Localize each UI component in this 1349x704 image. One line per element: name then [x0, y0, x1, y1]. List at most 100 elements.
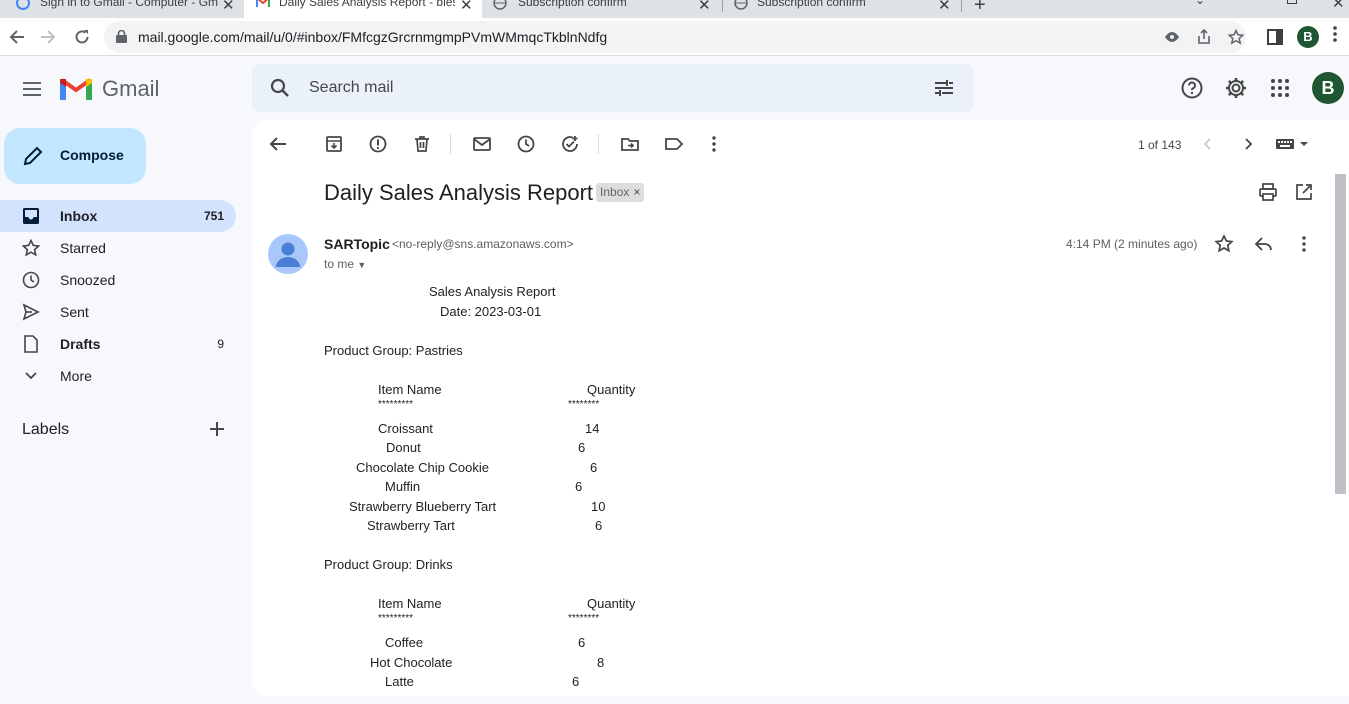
label-tag-icon[interactable] — [664, 134, 684, 154]
separator-text: ******** — [568, 613, 600, 624]
help-icon[interactable] — [1180, 76, 1204, 100]
bookmark-star-icon[interactable] — [1228, 29, 1244, 45]
lock-icon[interactable] — [116, 30, 127, 43]
search-input[interactable]: Search mail — [309, 79, 393, 97]
column-header-item: Item Name — [378, 596, 442, 611]
google-favicon-icon — [16, 0, 30, 10]
gmail-logo-icon[interactable] — [60, 76, 92, 100]
open-in-new-window-icon[interactable] — [1294, 182, 1314, 202]
profile-avatar[interactable]: B — [1297, 26, 1319, 48]
new-tab-icon[interactable]: + — [974, 0, 986, 17]
main-menu-icon[interactable] — [20, 77, 44, 101]
scrollbar-thumb[interactable] — [1335, 174, 1346, 494]
eye-icon[interactable] — [1164, 29, 1180, 45]
close-tab-icon[interactable]: ✕ — [460, 0, 473, 14]
separator-text: ********* — [378, 613, 414, 624]
inbox-label-chip[interactable]: Inbox × — [596, 183, 645, 202]
toolbar-divider — [450, 134, 451, 154]
item-name: Hot Chocolate — [370, 655, 453, 670]
delete-trash-icon[interactable] — [412, 134, 432, 154]
archive-icon[interactable] — [324, 134, 344, 154]
move-to-folder-icon[interactable] — [620, 134, 640, 154]
item-quantity: 6 — [578, 635, 586, 650]
chevron-down-icon — [22, 367, 40, 385]
sidebar-item-sent[interactable]: Sent — [0, 296, 236, 328]
apps-grid-icon[interactable] — [1268, 76, 1292, 100]
browser-tab[interactable]: Sign in to Gmail - Computer - Gm ✕ — [0, 0, 242, 18]
compose-button[interactable]: Compose — [4, 128, 146, 184]
url-text: mail.google.com/mail/u/0/#inbox/FMfcgzGr… — [138, 29, 608, 45]
snooze-clock-icon[interactable] — [516, 134, 536, 154]
address-bar[interactable]: mail.google.com/mail/u/0/#inbox/FMfcgzGr… — [104, 21, 1246, 53]
item-name: Coffee — [385, 635, 424, 650]
unread-count: 751 — [203, 209, 224, 223]
report-date: Date: 2023-03-01 — [440, 304, 542, 319]
product-group-heading: Product Group: Drinks — [324, 557, 453, 572]
label-chip-text: Inbox — [600, 185, 630, 199]
gmail-logo-text[interactable]: Gmail — [102, 76, 159, 102]
print-icon[interactable] — [1258, 182, 1278, 202]
sidebar-item-starred[interactable]: Starred — [0, 232, 236, 264]
report-spam-icon[interactable] — [368, 134, 388, 154]
mark-unread-icon[interactable] — [472, 134, 492, 154]
side-panel-icon[interactable] — [1267, 29, 1283, 45]
tab-title: Subscription confirm — [757, 0, 866, 9]
message-view: 1 of 143 Daily Sales Analysis Report Inb… — [252, 120, 1349, 696]
sidebar-item-drafts[interactable]: Drafts 9 — [0, 328, 236, 360]
item-name: Croissant — [378, 421, 433, 436]
back-to-inbox-icon[interactable] — [268, 134, 288, 154]
remove-label-icon[interactable]: × — [633, 185, 640, 199]
separator-text: ********* — [378, 399, 414, 410]
kebab-menu-icon[interactable] — [1333, 26, 1337, 42]
sender-avatar-icon[interactable] — [268, 234, 308, 274]
browser-tab-active[interactable]: Daily Sales Analysis Report - bles ✕ — [244, 0, 482, 18]
sidebar-item-label: Starred — [60, 240, 106, 256]
sidebar-item-label: Inbox — [60, 208, 98, 224]
add-label-icon[interactable] — [206, 418, 228, 440]
forward-icon[interactable] — [37, 26, 59, 48]
globe-icon — [734, 0, 748, 10]
tab-divider — [961, 0, 962, 12]
share-icon[interactable] — [1196, 29, 1212, 45]
keyboard-input-icon[interactable] — [1276, 134, 1310, 154]
pencil-icon — [22, 145, 44, 167]
tab-title: Sign in to Gmail - Computer - Gm — [40, 0, 219, 9]
search-icon[interactable] — [270, 78, 290, 98]
globe-icon — [493, 0, 507, 10]
close-tab-icon[interactable]: ✕ — [938, 0, 951, 14]
more-options-icon[interactable] — [704, 134, 724, 154]
item-quantity: 6 — [578, 440, 586, 455]
tab-title: Subscription confirm — [518, 0, 627, 9]
browser-tab[interactable]: Subscription confirm ✕ — [484, 0, 720, 18]
gmail-favicon-icon — [256, 0, 270, 8]
sender-name[interactable]: SARTopic — [324, 236, 390, 252]
search-options-icon[interactable] — [934, 78, 954, 98]
item-quantity: 10 — [591, 499, 606, 514]
reload-icon[interactable] — [71, 26, 93, 48]
settings-gear-icon[interactable] — [1224, 76, 1248, 100]
star-message-icon[interactable] — [1214, 234, 1234, 254]
item-quantity: 6 — [575, 479, 583, 494]
older-chevron-right-icon[interactable] — [1238, 134, 1258, 154]
reply-icon[interactable] — [1254, 234, 1274, 254]
compose-label: Compose — [60, 147, 124, 163]
message-more-options-icon[interactable] — [1294, 234, 1314, 254]
close-tab-icon[interactable]: ✕ — [698, 0, 711, 14]
sidebar-item-inbox[interactable]: Inbox 751 — [0, 200, 236, 232]
close-tab-icon[interactable]: ✕ — [222, 0, 235, 14]
tab-search-icon[interactable]: ⌄ — [1195, 0, 1205, 7]
sidebar-item-more[interactable]: More — [0, 360, 236, 392]
search-bar[interactable]: Search mail — [252, 64, 974, 112]
recipient-details-chevron-icon[interactable]: ▼ — [357, 260, 366, 270]
back-icon[interactable] — [6, 26, 28, 48]
sidebar-item-snoozed[interactable]: Snoozed — [0, 264, 236, 296]
add-to-tasks-icon[interactable] — [560, 134, 580, 154]
close-window-icon[interactable]: ✕ — [1332, 0, 1345, 12]
clock-icon — [22, 271, 40, 289]
restore-window-icon[interactable] — [1287, 0, 1297, 4]
newer-chevron-left-icon[interactable] — [1198, 134, 1218, 154]
account-avatar[interactable]: B — [1312, 72, 1344, 104]
recipient-line[interactable]: to me ▼ — [324, 257, 366, 271]
item-quantity: 14 — [585, 421, 600, 436]
browser-tab[interactable]: Subscription confirm ✕ — [724, 0, 960, 18]
